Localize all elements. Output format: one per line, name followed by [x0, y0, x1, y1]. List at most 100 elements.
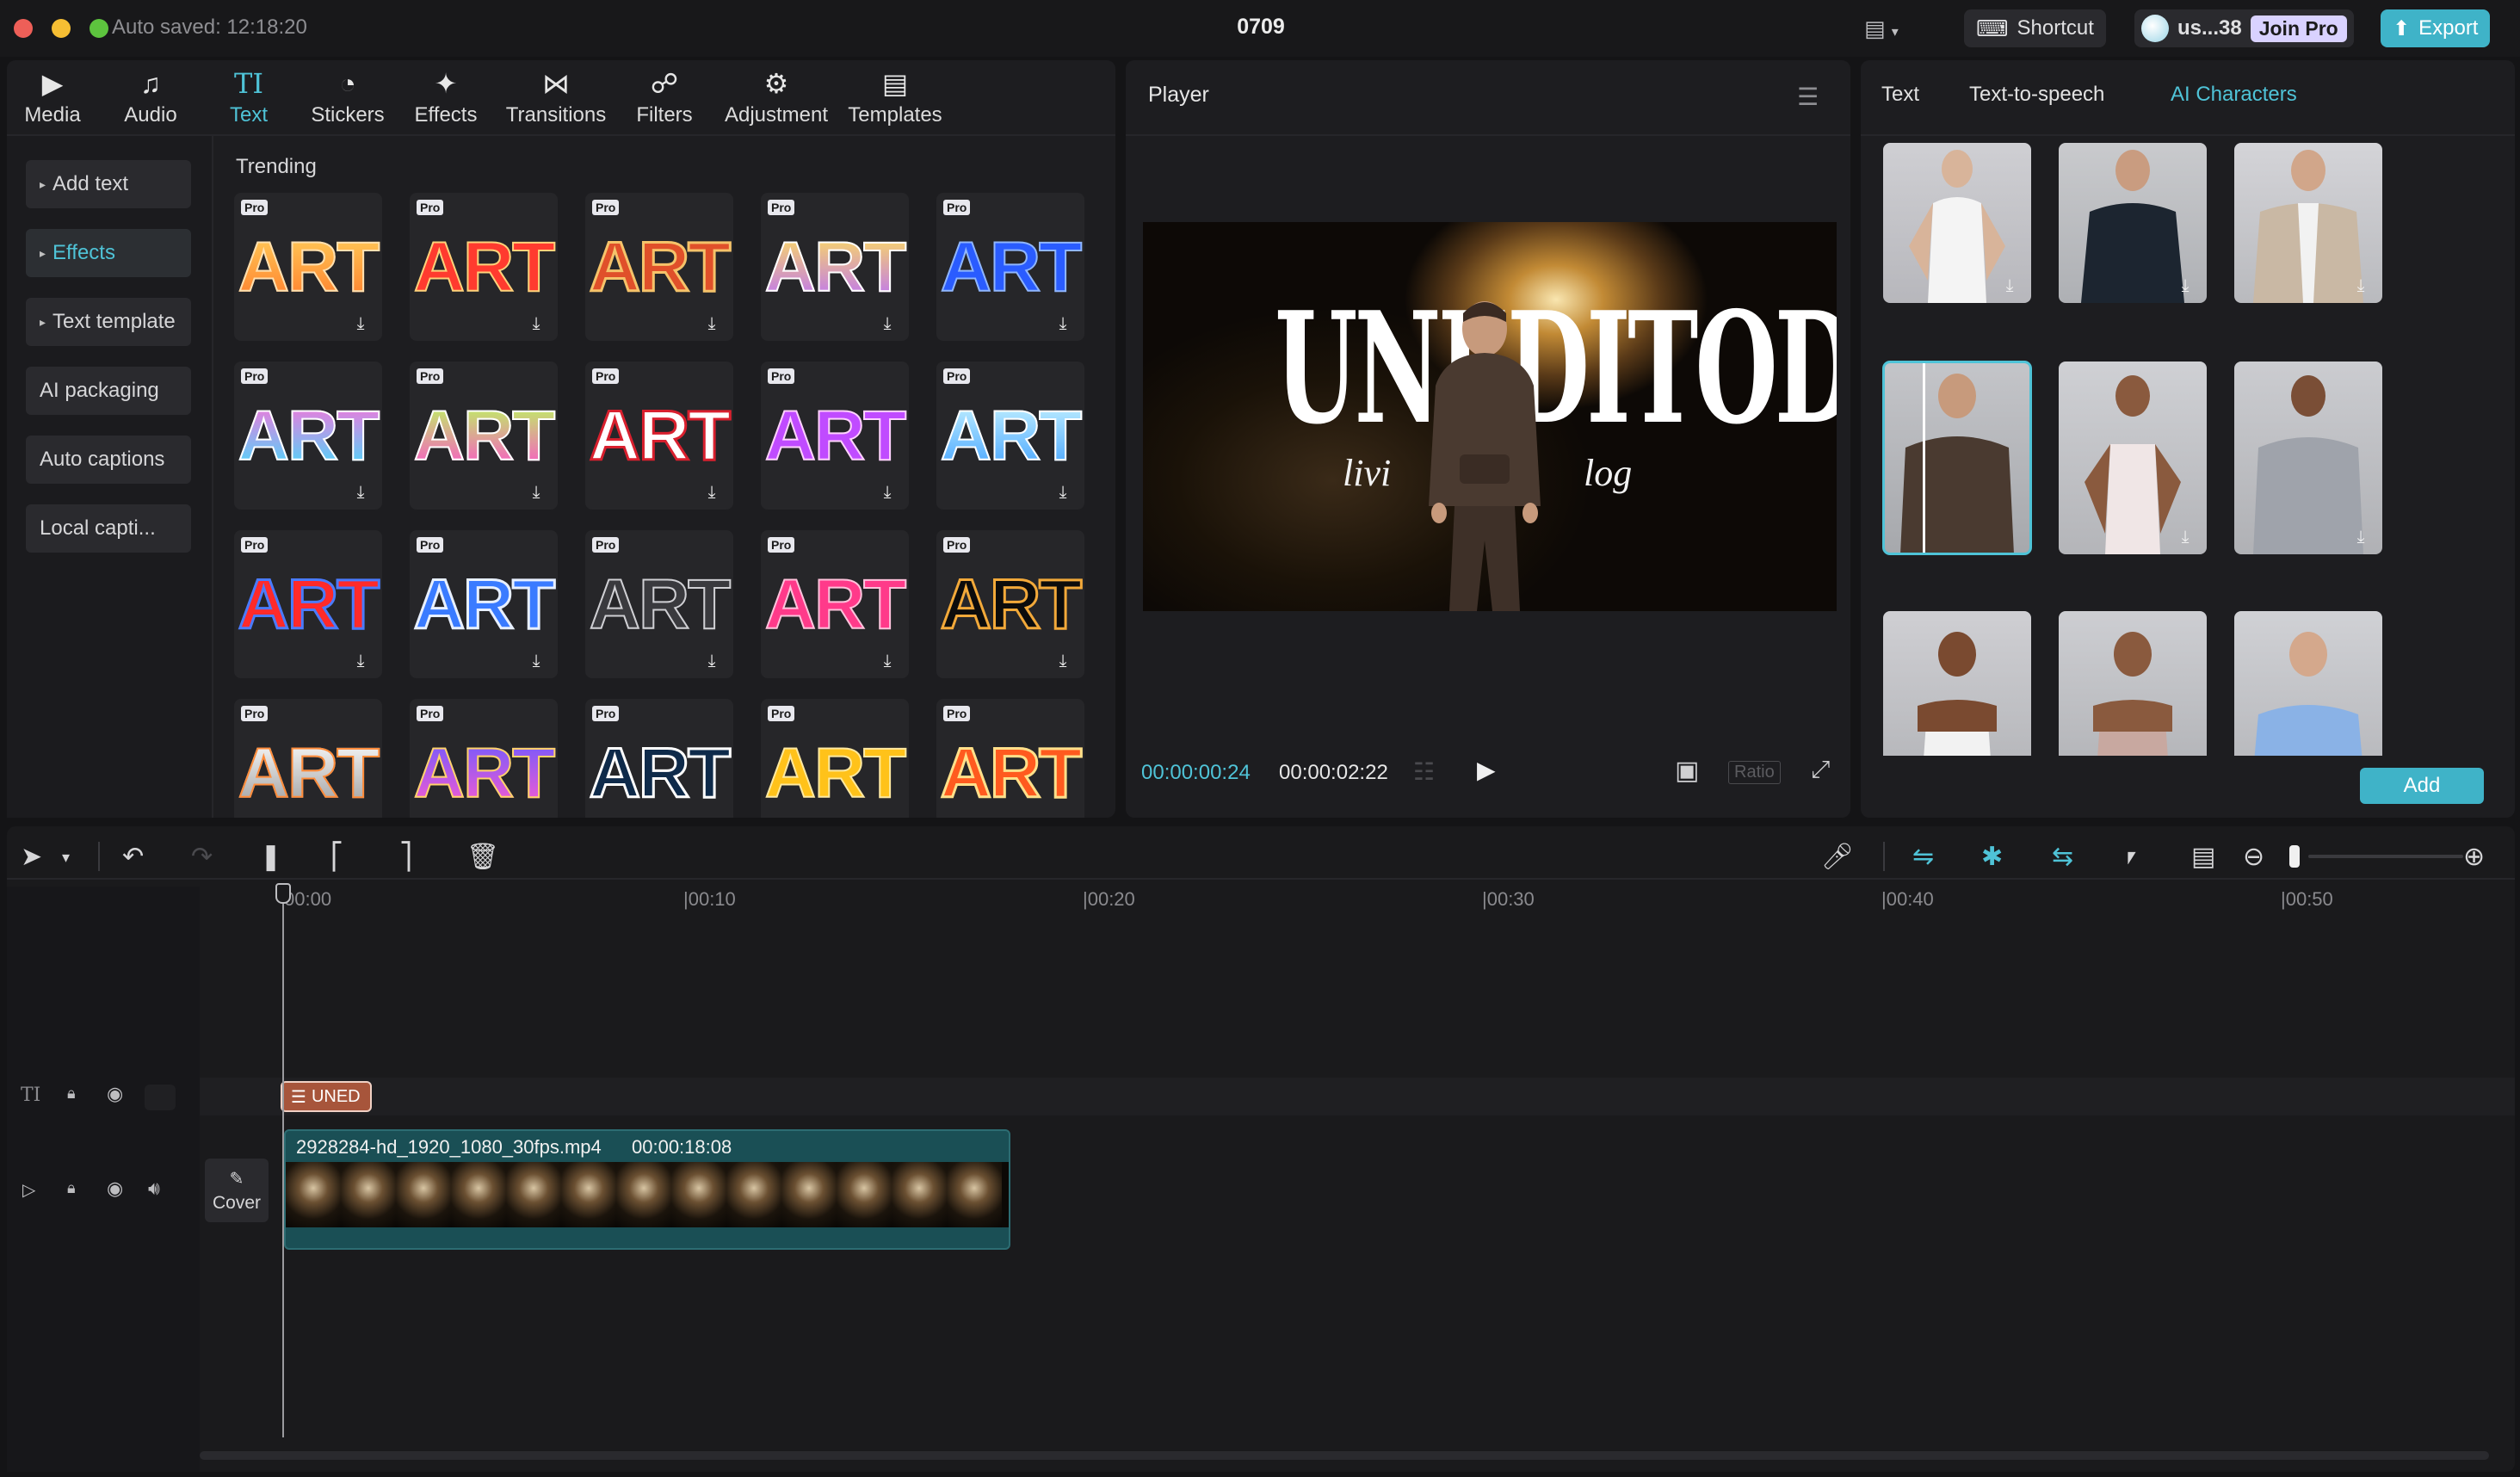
- playhead-handle[interactable]: [275, 883, 291, 904]
- download-icon[interactable]: ⤓: [2176, 275, 2195, 296]
- tab-text[interactable]: Text: [1881, 83, 1919, 107]
- sidebar-item-effects[interactable]: ▸ Effects: [26, 229, 191, 277]
- delete-right-icon[interactable]: ⎤: [399, 842, 412, 872]
- text-effect-tile[interactable]: Pro ART: [936, 699, 1084, 818]
- tool-tab-media[interactable]: ▶︎ Media: [15, 64, 90, 133]
- download-icon[interactable]: ⤓: [2351, 527, 2370, 547]
- volume-icon[interactable]: 🔊︎: [148, 1177, 160, 1200]
- tool-tab-templates[interactable]: ▤ Templates: [840, 64, 950, 133]
- download-icon[interactable]: ⤓: [702, 651, 721, 671]
- download-icon[interactable]: ⤓: [1053, 651, 1072, 671]
- text-track[interactable]: [200, 1078, 2515, 1115]
- ai-character-card[interactable]: [2234, 611, 2382, 756]
- text-effect-tile[interactable]: Pro ART ⤓: [410, 193, 558, 341]
- download-icon[interactable]: ⤓: [878, 482, 897, 503]
- chevron-down-icon[interactable]: ▾: [62, 849, 70, 867]
- text-effect-tile[interactable]: Pro ART ⤓: [936, 530, 1084, 678]
- text-effect-tile[interactable]: Pro ART: [585, 699, 733, 818]
- download-icon[interactable]: ⤓: [351, 313, 370, 334]
- user-account-button[interactable]: us...38 Join Pro: [2134, 9, 2354, 47]
- text-effect-tile[interactable]: Pro ART ⤓: [761, 530, 909, 678]
- sidebar-item-local-captions[interactable]: Local capti...: [26, 504, 191, 553]
- text-effect-tile[interactable]: Pro ART ⤓: [410, 530, 558, 678]
- download-icon[interactable]: ⤓: [878, 651, 897, 671]
- video-preview[interactable]: UNEDITODAY livi log: [1143, 222, 1837, 611]
- tool-tab-effects[interactable]: ✦ Effects: [405, 64, 487, 133]
- ai-character-card[interactable]: ⤓: [2234, 143, 2382, 303]
- text-effect-tile[interactable]: Pro ART ⤓: [234, 193, 382, 341]
- download-icon[interactable]: ⤓: [702, 313, 721, 334]
- menu-icon[interactable]: ☰: [1797, 83, 1819, 111]
- lock-icon[interactable]: 🔒︎: [67, 1179, 76, 1197]
- text-effect-tile[interactable]: Pro ART ⤓: [585, 362, 733, 510]
- video-clip[interactable]: 2928284-hd_1920_1080_30fps.mp4 00:00:18:…: [284, 1129, 1010, 1250]
- sidebar-item-ai-packaging[interactable]: AI packaging: [26, 367, 191, 415]
- text-clip[interactable]: ☰ UNED: [281, 1081, 372, 1112]
- export-button[interactable]: ⬆ Export: [2381, 9, 2491, 47]
- download-icon[interactable]: ⤓: [351, 482, 370, 503]
- preview-axis-icon[interactable]: ⎖: [2121, 842, 2141, 871]
- download-icon[interactable]: ⤓: [702, 482, 721, 503]
- sidebar-item-auto-captions[interactable]: Auto captions: [26, 436, 191, 484]
- text-effect-tile[interactable]: Pro ART ⤓: [234, 530, 382, 678]
- ai-character-card[interactable]: ⤓: [1883, 143, 2031, 303]
- maximize-window-button[interactable]: [90, 19, 108, 38]
- text-effect-tile[interactable]: Pro ART ⤓: [936, 193, 1084, 341]
- time-ruler[interactable]: [200, 880, 2515, 905]
- text-effect-tile[interactable]: Pro ART: [234, 699, 382, 818]
- minimize-window-button[interactable]: [52, 19, 71, 38]
- undo-icon[interactable]: ↶: [122, 842, 144, 872]
- eye-icon[interactable]: ◉: [107, 1083, 123, 1105]
- download-icon[interactable]: ⤓: [2176, 527, 2195, 547]
- redo-icon[interactable]: ↷: [191, 842, 213, 872]
- ai-character-card[interactable]: ⤓: [2059, 362, 2207, 554]
- playhead[interactable]: [282, 887, 284, 1437]
- ai-character-card-selected[interactable]: [1882, 361, 2032, 555]
- fullscreen-icon[interactable]: ⤢: [1811, 756, 1830, 784]
- cover-button[interactable]: ✎ Cover: [205, 1159, 269, 1222]
- zoom-in-icon[interactable]: ⊕: [2463, 842, 2485, 872]
- delete-icon[interactable]: 🗑︎: [466, 842, 499, 872]
- text-effect-tile[interactable]: Pro ART ⤓: [936, 362, 1084, 510]
- split-icon[interactable]: ❚: [260, 842, 281, 872]
- lock-icon[interactable]: 🔒︎: [67, 1085, 76, 1103]
- ai-character-card[interactable]: ⤓: [2234, 362, 2382, 554]
- text-effect-tile[interactable]: Pro ART ⤓: [234, 362, 382, 510]
- ai-character-card[interactable]: [2059, 611, 2207, 756]
- tool-tab-filters[interactable]: ☍ Filters: [625, 64, 704, 133]
- download-icon[interactable]: ⤓: [1053, 313, 1072, 334]
- download-icon[interactable]: ⤓: [878, 313, 897, 334]
- main-track-magnet-icon[interactable]: ⇋: [1912, 842, 1934, 872]
- timeline-scrollbar[interactable]: [200, 1451, 2489, 1460]
- microphone-icon[interactable]: 🎤︎: [1821, 842, 1854, 872]
- download-icon[interactable]: ⤓: [2000, 275, 2019, 296]
- tool-tab-transitions[interactable]: ⋈ Transitions: [501, 64, 611, 133]
- download-icon[interactable]: ⤓: [1053, 482, 1072, 503]
- text-effect-tile[interactable]: Pro ART: [761, 699, 909, 818]
- ai-character-card[interactable]: [1883, 611, 2031, 756]
- sidebar-item-add-text[interactable]: ▸ Add text: [26, 160, 191, 208]
- sidebar-item-text-template[interactable]: ▸ Text template: [26, 298, 191, 346]
- zoom-slider[interactable]: [2308, 855, 2463, 858]
- eye-icon[interactable]: ◉: [107, 1177, 123, 1200]
- play-icon[interactable]: ▶: [1477, 756, 1496, 784]
- tool-tab-stickers[interactable]: ◔ Stickers: [303, 64, 392, 133]
- auto-snap-icon[interactable]: ✱: [1981, 842, 2003, 872]
- text-effect-tile[interactable]: Pro ART ⤓: [761, 362, 909, 510]
- tool-tab-text[interactable]: TI Text: [212, 64, 286, 133]
- download-icon[interactable]: ⤓: [527, 651, 546, 671]
- tab-ai-characters[interactable]: AI Characters: [2171, 83, 2297, 107]
- select-cursor-icon[interactable]: ➤: [21, 842, 42, 872]
- shortcut-button[interactable]: ⌨ Shortcut: [1964, 9, 2106, 47]
- close-window-button[interactable]: [14, 19, 33, 38]
- tab-text-to-speech[interactable]: Text-to-speech: [1969, 83, 2104, 107]
- text-effect-tile[interactable]: Pro ART ⤓: [585, 193, 733, 341]
- linkage-icon[interactable]: ⇆: [2052, 842, 2073, 872]
- text-effect-tile[interactable]: Pro ART ⤓: [761, 193, 909, 341]
- zoom-slider-handle[interactable]: [2289, 845, 2300, 868]
- layout-icon[interactable]: ▤ ▾: [1864, 15, 1899, 42]
- ratio-button[interactable]: Ratio: [1728, 761, 1781, 784]
- download-icon[interactable]: ⤓: [527, 313, 546, 334]
- tool-tab-audio[interactable]: ♫ Audio: [114, 64, 188, 133]
- grid-icon[interactable]: ☷: [1413, 757, 1435, 786]
